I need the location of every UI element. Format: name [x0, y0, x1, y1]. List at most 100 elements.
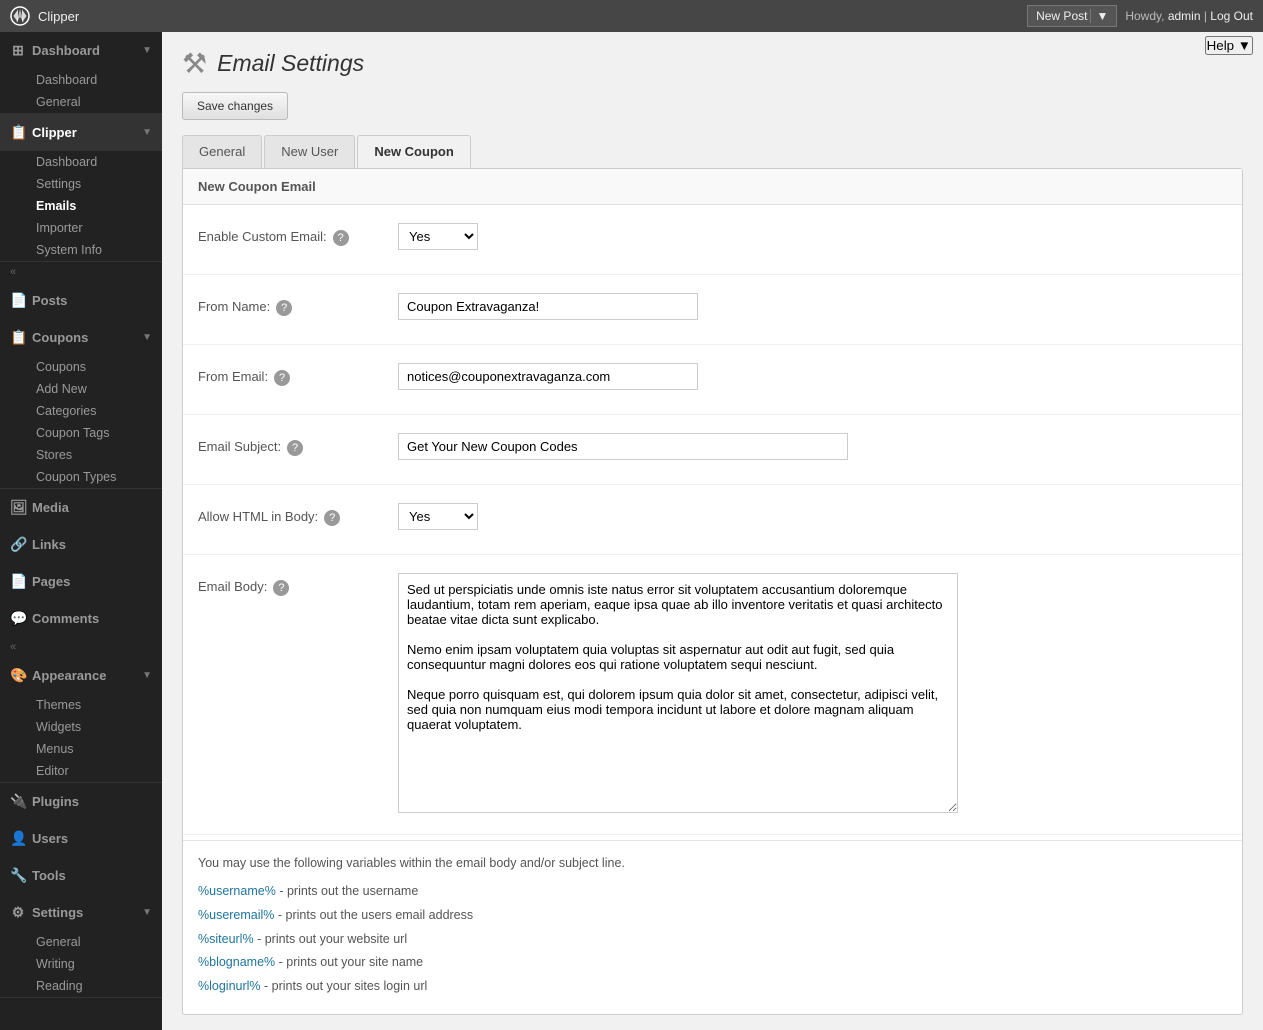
- settings-submenu: General Writing Reading: [0, 931, 162, 997]
- control-allow-html: Yes No: [398, 503, 1227, 530]
- sidebar-item-pages[interactable]: 📄 Pages: [0, 563, 162, 600]
- help-email-body-icon[interactable]: ?: [273, 580, 289, 596]
- page-title: Email Settings: [217, 50, 364, 77]
- sidebar-item-settings[interactable]: ⚙ Settings ▼: [0, 894, 162, 931]
- variable-useremail: %useremail% - prints out the users email…: [198, 904, 1227, 928]
- coupons-submenu: Coupons Add New Categories Coupon Tags S…: [0, 356, 162, 488]
- howdy-text: Howdy, admin | Log Out: [1125, 9, 1253, 23]
- control-email-body: Sed ut perspiciatis unde omnis iste natu…: [398, 573, 1227, 816]
- sidebar-coupons-types[interactable]: Coupon Types: [28, 466, 162, 488]
- sidebar-clipper-sysinfo[interactable]: System Info: [28, 239, 162, 261]
- sidebar-clipper-emails[interactable]: Emails: [28, 195, 162, 217]
- page-header: ⚒ Email Settings: [182, 47, 1243, 80]
- settings-icon: ⚙: [10, 904, 26, 921]
- pages-icon: 📄: [10, 573, 26, 590]
- admin-profile-link[interactable]: admin: [1168, 9, 1201, 23]
- help-button[interactable]: Help ▼: [1205, 36, 1253, 55]
- appearance-submenu: Themes Widgets Menus Editor: [0, 694, 162, 782]
- sidebar-item-dashboard-home[interactable]: Dashboard: [28, 69, 162, 91]
- sidebar-item-updates[interactable]: General: [28, 91, 162, 113]
- sidebar-coupons-tags[interactable]: Coupon Tags: [28, 422, 162, 444]
- sidebar-appearance-menus[interactable]: Menus: [28, 738, 162, 760]
- help-email-subject-icon[interactable]: ?: [287, 440, 303, 456]
- site-name: Clipper: [38, 9, 79, 24]
- help-from-name-icon[interactable]: ?: [276, 300, 292, 316]
- help-from-email-icon[interactable]: ?: [274, 370, 290, 386]
- sidebar-item-clipper[interactable]: 📋 Clipper ▼: [0, 114, 162, 151]
- coupons-icon: 📋: [10, 329, 26, 346]
- sidebar-appearance-editor[interactable]: Editor: [28, 760, 162, 782]
- sidebar-clipper-dashboard[interactable]: Dashboard: [28, 151, 162, 173]
- label-from-name: From Name: ?: [198, 293, 398, 316]
- tab-new-coupon[interactable]: New Coupon: [357, 135, 470, 168]
- help-allow-html-icon[interactable]: ?: [324, 510, 340, 526]
- sidebar-item-comments[interactable]: 💬 Comments: [0, 600, 162, 637]
- variables-list: %username% - prints out the username %us…: [198, 880, 1227, 999]
- links-icon: 🔗: [10, 536, 26, 553]
- input-email-subject[interactable]: [398, 433, 848, 460]
- sidebar-coupons-categories[interactable]: Categories: [28, 400, 162, 422]
- sidebar-item-tools[interactable]: 🔧 Tools: [0, 857, 162, 894]
- field-allow-html: Allow HTML in Body: ? Yes No: [183, 485, 1242, 555]
- variable-loginurl: %loginurl% - prints out your sites login…: [198, 975, 1227, 999]
- save-changes-button[interactable]: Save changes: [182, 92, 288, 120]
- field-from-name: From Name: ?: [183, 275, 1242, 345]
- admin-bar: Clipper New Post ▼ Howdy, admin | Log Ou…: [0, 0, 1263, 32]
- wp-logo-icon: [10, 6, 30, 26]
- field-email-subject: Email Subject: ?: [183, 415, 1242, 485]
- sidebar-item-media[interactable]: 🖼 Media: [0, 489, 162, 526]
- input-from-name[interactable]: [398, 293, 698, 320]
- sidebar-item-users[interactable]: 👤 Users: [0, 820, 162, 857]
- textarea-email-body[interactable]: Sed ut perspiciatis unde omnis iste natu…: [398, 573, 958, 813]
- sidebar-item-appearance[interactable]: 🎨 Appearance ▼: [0, 657, 162, 694]
- sidebar-item-links[interactable]: 🔗 Links: [0, 526, 162, 563]
- new-post-button[interactable]: New Post ▼: [1027, 5, 1117, 27]
- posts-icon: 📄: [10, 292, 26, 309]
- sidebar-coupons-add[interactable]: Add New: [28, 378, 162, 400]
- sidebar-item-dashboard[interactable]: ⊞ Dashboard ▼: [0, 32, 162, 69]
- select-allow-html[interactable]: Yes No: [398, 503, 478, 530]
- sidebar-settings-reading[interactable]: Reading: [28, 975, 162, 997]
- label-email-body: Email Body: ?: [198, 573, 398, 596]
- clipper-icon: 📋: [10, 124, 26, 141]
- variables-note: You may use the following variables with…: [198, 856, 1227, 870]
- sidebar-clipper-settings[interactable]: Settings: [28, 173, 162, 195]
- sidebar-coupons-stores[interactable]: Stores: [28, 444, 162, 466]
- sidebar-item-posts[interactable]: 📄 Posts: [0, 282, 162, 319]
- sidebar: ⊞ Dashboard ▼ Dashboard General 📋 Clippe…: [0, 32, 162, 1030]
- sidebar-clipper-importer[interactable]: Importer: [28, 217, 162, 239]
- field-from-email: From Email: ?: [183, 345, 1242, 415]
- dashboard-submenu: Dashboard General: [0, 69, 162, 113]
- sidebar-appearance-themes[interactable]: Themes: [28, 694, 162, 716]
- sidebar-settings-writing[interactable]: Writing: [28, 953, 162, 975]
- select-enable-custom-email[interactable]: Yes No: [398, 223, 478, 250]
- variables-section: You may use the following variables with…: [183, 840, 1242, 1014]
- label-allow-html: Allow HTML in Body: ?: [198, 503, 398, 526]
- tab-general[interactable]: General: [182, 135, 262, 168]
- control-email-subject: [398, 433, 1227, 460]
- sidebar-item-coupons[interactable]: 📋 Coupons ▼: [0, 319, 162, 356]
- variable-blogname: %blogname% - prints out your site name: [198, 951, 1227, 975]
- control-from-name: [398, 293, 1227, 320]
- logout-link[interactable]: Log Out: [1210, 9, 1253, 23]
- label-from-email: From Email: ?: [198, 363, 398, 386]
- tab-new-user[interactable]: New User: [264, 135, 355, 168]
- comments-icon: 💬: [10, 610, 26, 627]
- input-from-email[interactable]: [398, 363, 698, 390]
- label-enable-custom-email: Enable Custom Email: ?: [198, 223, 398, 246]
- help-enable-email-icon[interactable]: ?: [333, 230, 349, 246]
- sidebar-coupons-all[interactable]: Coupons: [28, 356, 162, 378]
- sidebar-settings-general[interactable]: General: [28, 931, 162, 953]
- media-icon: 🖼: [10, 499, 26, 516]
- users-icon: 👤: [10, 830, 26, 847]
- sidebar-collapse-top[interactable]: «: [0, 262, 162, 282]
- variable-username: %username% - prints out the username: [198, 880, 1227, 904]
- sidebar-collapse-middle[interactable]: «: [0, 637, 162, 657]
- new-post-arrow[interactable]: ▼: [1090, 9, 1108, 23]
- form-panel: New Coupon Email Enable Custom Email: ? …: [182, 168, 1243, 1015]
- dashboard-icon: ⊞: [10, 42, 26, 59]
- plugins-icon: 🔌: [10, 793, 26, 810]
- sidebar-appearance-widgets[interactable]: Widgets: [28, 716, 162, 738]
- panel-header: New Coupon Email: [183, 169, 1242, 205]
- sidebar-item-plugins[interactable]: 🔌 Plugins: [0, 783, 162, 820]
